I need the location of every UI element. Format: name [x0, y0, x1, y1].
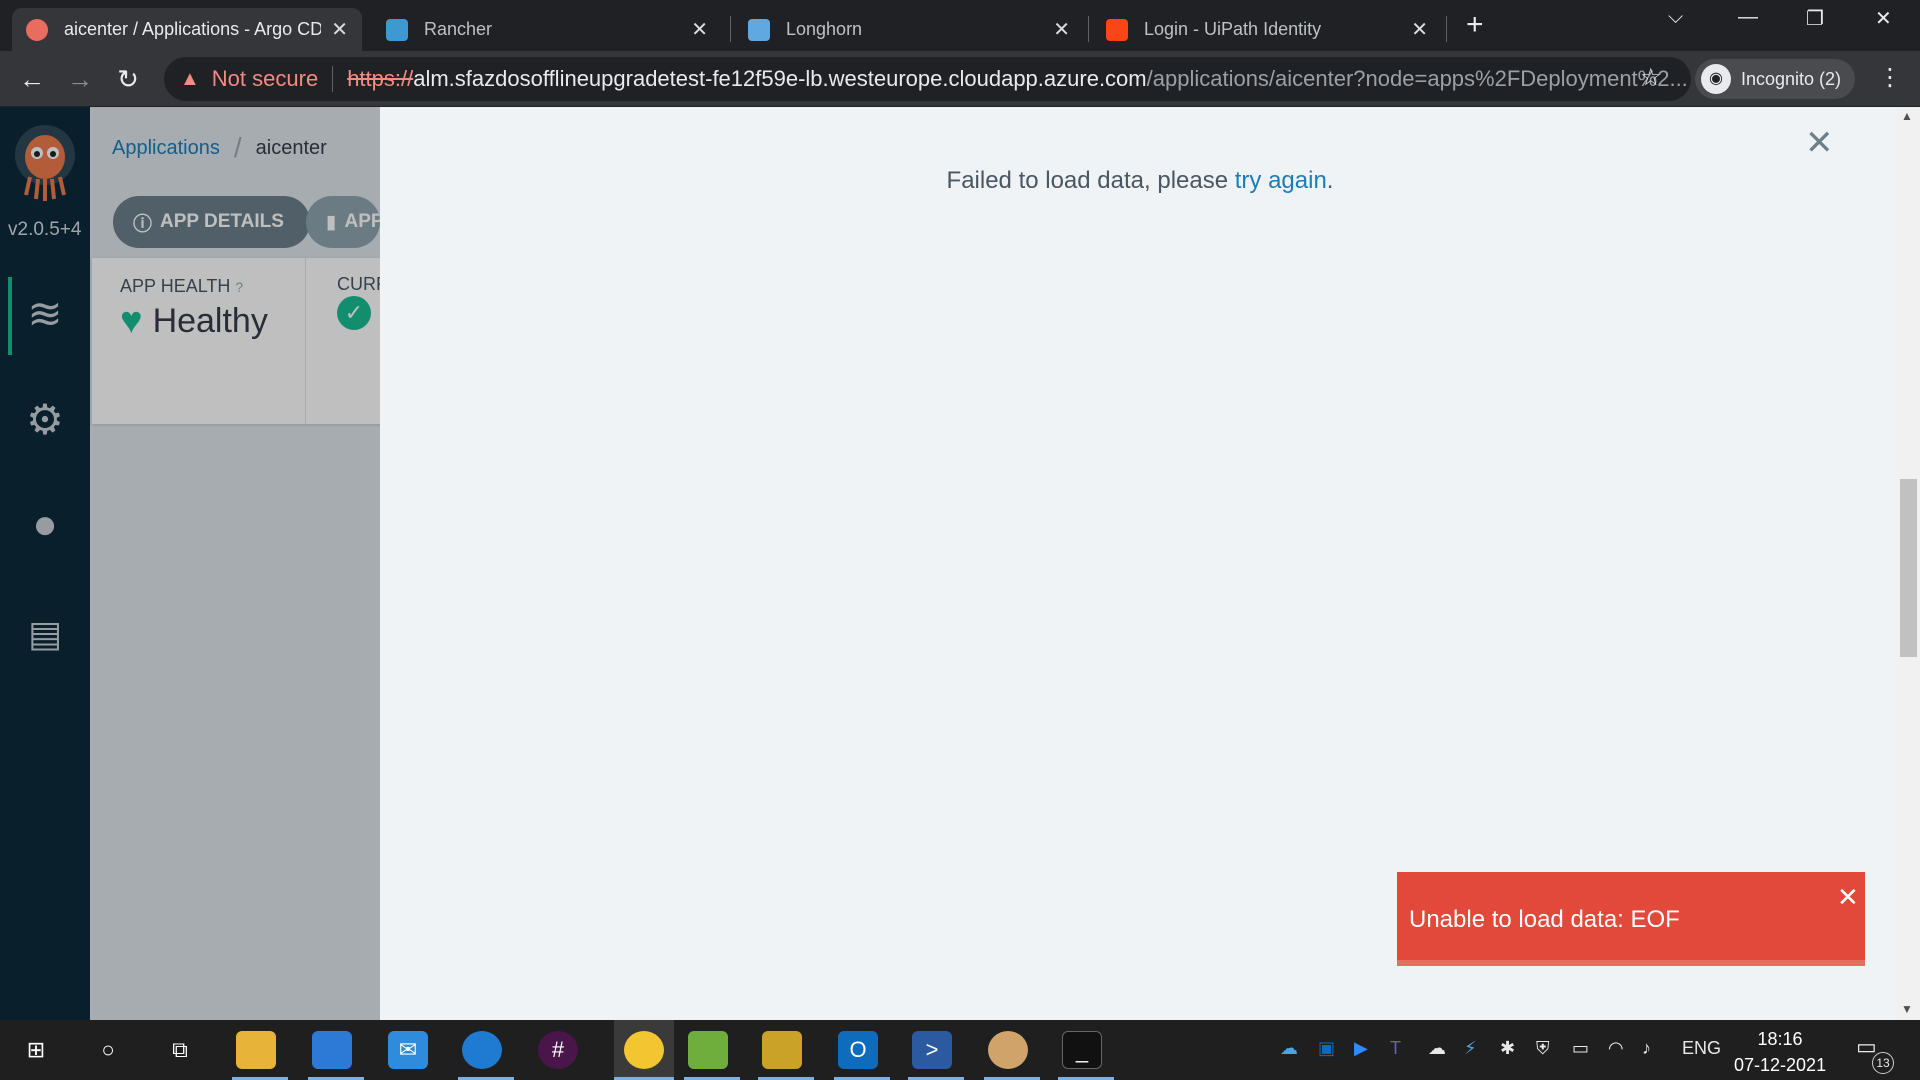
tray-security-icon[interactable]: ⛨	[1536, 1038, 1550, 1059]
new-tab-icon[interactable]: +	[1466, 8, 1484, 42]
windows-taskbar: ⊞ ○ ⧉ ✉ # O > _ ☁ ▣ ▶ T ☁ ⚡ ✱ ⛨ ▭ ◠ ♪ EN…	[0, 1020, 1920, 1080]
incognito-icon: ◉	[1701, 64, 1731, 94]
bookmark-star-icon[interactable]: ☆	[1640, 63, 1662, 92]
paint-icon[interactable]	[988, 1031, 1028, 1069]
sidebar-dim-overlay[interactable]	[0, 107, 90, 1020]
tab-uipath[interactable]: Login - UiPath Identity ✕	[1092, 8, 1442, 51]
rancher-favicon-icon	[386, 18, 408, 41]
error-toast-body: Unable to load data: EOF ✕	[1397, 872, 1865, 960]
uipath-favicon-icon	[1106, 18, 1128, 41]
error-toast: Unable to load data: EOF ✕	[1397, 872, 1865, 966]
toast-message: Unable to load data: EOF	[1409, 906, 1680, 933]
error-message-text: Failed to load data, please	[946, 167, 1235, 194]
snipping-tool-icon[interactable]	[762, 1031, 802, 1069]
windows-start-icon[interactable]: ⊞	[16, 1031, 56, 1069]
scroll-up-icon[interactable]: ▲	[1901, 109, 1913, 123]
chrome-icon[interactable]	[624, 1031, 664, 1069]
file-explorer-icon[interactable]	[236, 1031, 276, 1069]
omnibox-separator	[332, 66, 334, 92]
browser-toolbar: ← → ↻ ▲ Not secure https:// alm.sfazdoso…	[0, 51, 1920, 107]
tab-longhorn[interactable]: Longhorn ✕	[734, 8, 1084, 51]
tab-separator	[1088, 16, 1089, 42]
page-dim-overlay[interactable]	[90, 107, 380, 1020]
browser-tab-strip: aicenter / Applications - Argo CD ✕ Ranc…	[0, 0, 1920, 51]
browser-menu-icon[interactable]: ⋮	[1878, 63, 1902, 92]
load-error-message: Failed to load data, please try again.	[380, 167, 1900, 195]
reload-icon[interactable]: ↻	[110, 61, 146, 97]
url-host: alm.sfazdosofflineupgradetest-fe12f59e-l…	[413, 66, 1147, 91]
try-again-link[interactable]: try again	[1235, 167, 1327, 194]
tray-zoom-icon[interactable]: ▶	[1354, 1038, 1368, 1059]
tray-app-icon[interactable]: ☁	[1280, 1038, 1298, 1059]
panel-scrollbar[interactable]: ▲ ▼	[1897, 107, 1920, 1020]
tab-title: Longhorn	[786, 19, 863, 39]
microsoft-store-icon[interactable]	[312, 1031, 352, 1069]
url-path: /applications/aicenter?node=apps%2FDeplo…	[1146, 66, 1688, 91]
search-icon[interactable]: ○	[88, 1031, 128, 1069]
outlook-icon[interactable]: O	[838, 1031, 878, 1069]
slack-icon[interactable]: #	[538, 1031, 578, 1069]
system-clock[interactable]: 18:16 07-12-2021	[1734, 1026, 1826, 1078]
tab-title: Login - UiPath Identity	[1144, 19, 1322, 39]
close-window-icon[interactable]: ✕	[1875, 6, 1892, 31]
profile-label: Incognito (2)	[1741, 68, 1842, 89]
clock-date: 07-12-2021	[1734, 1055, 1827, 1075]
address-bar[interactable]: ▲ Not secure https:// alm.sfazdosoffline…	[164, 57, 1691, 101]
notification-count-badge: 13	[1872, 1052, 1894, 1074]
back-icon[interactable]: ←	[14, 61, 50, 97]
url-scheme: https://	[347, 66, 414, 91]
longhorn-favicon-icon	[748, 18, 770, 41]
tray-utility-icon[interactable]: ⚡	[1464, 1038, 1477, 1059]
notepad-plus-plus-icon[interactable]	[688, 1031, 728, 1069]
argocd-favicon-icon	[26, 18, 48, 41]
tray-teams-icon[interactable]: T	[1390, 1038, 1401, 1059]
powershell-icon[interactable]: >	[912, 1031, 952, 1069]
task-view-icon[interactable]: ⧉	[160, 1031, 200, 1069]
language-indicator[interactable]: ENG	[1682, 1038, 1721, 1059]
toast-close-icon[interactable]: ✕	[1837, 882, 1859, 913]
warning-icon: ▲	[180, 67, 200, 90]
mail-icon[interactable]: ✉	[388, 1031, 428, 1069]
restore-icon[interactable]: ❐	[1806, 6, 1824, 31]
minimize-icon[interactable]: —	[1738, 6, 1758, 29]
error-message-suffix: .	[1326, 167, 1334, 194]
volume-icon[interactable]: ♪	[1642, 1038, 1651, 1059]
terminal-icon[interactable]: _	[1062, 1031, 1102, 1069]
close-panel-icon[interactable]: ✕	[1805, 123, 1834, 163]
tray-outlook-icon[interactable]: ▣	[1318, 1038, 1335, 1059]
tab-search-icon[interactable]: ⌵	[1668, 6, 1683, 29]
close-tab-icon[interactable]: ✕	[691, 17, 708, 42]
forward-icon[interactable]: →	[62, 61, 98, 97]
tab-title: aicenter / Applications - Argo CD	[64, 19, 322, 39]
wifi-icon[interactable]: ◠	[1608, 1038, 1624, 1059]
scrollbar-thumb[interactable]	[1900, 479, 1917, 657]
tab-rancher[interactable]: Rancher ✕	[372, 8, 722, 51]
close-tab-icon[interactable]: ✕	[331, 17, 348, 42]
tray-onedrive-icon[interactable]: ☁	[1428, 1038, 1446, 1059]
close-tab-icon[interactable]: ✕	[1053, 17, 1070, 42]
security-label[interactable]: Not secure	[212, 66, 318, 92]
tray-slack-icon[interactable]: ✱	[1500, 1038, 1515, 1059]
clock-time: 18:16	[1757, 1029, 1803, 1049]
tab-separator	[730, 16, 731, 42]
edge-browser-icon[interactable]	[462, 1031, 502, 1069]
close-tab-icon[interactable]: ✕	[1411, 17, 1428, 42]
tab-separator	[1446, 16, 1447, 42]
scroll-down-icon[interactable]: ▼	[1901, 1002, 1913, 1016]
tab-title: Rancher	[424, 19, 493, 39]
battery-icon[interactable]: ▭	[1572, 1038, 1589, 1059]
incognito-profile-button[interactable]: ◉ Incognito (2)	[1695, 59, 1856, 99]
tab-argocd[interactable]: aicenter / Applications - Argo CD ✕	[12, 8, 362, 51]
